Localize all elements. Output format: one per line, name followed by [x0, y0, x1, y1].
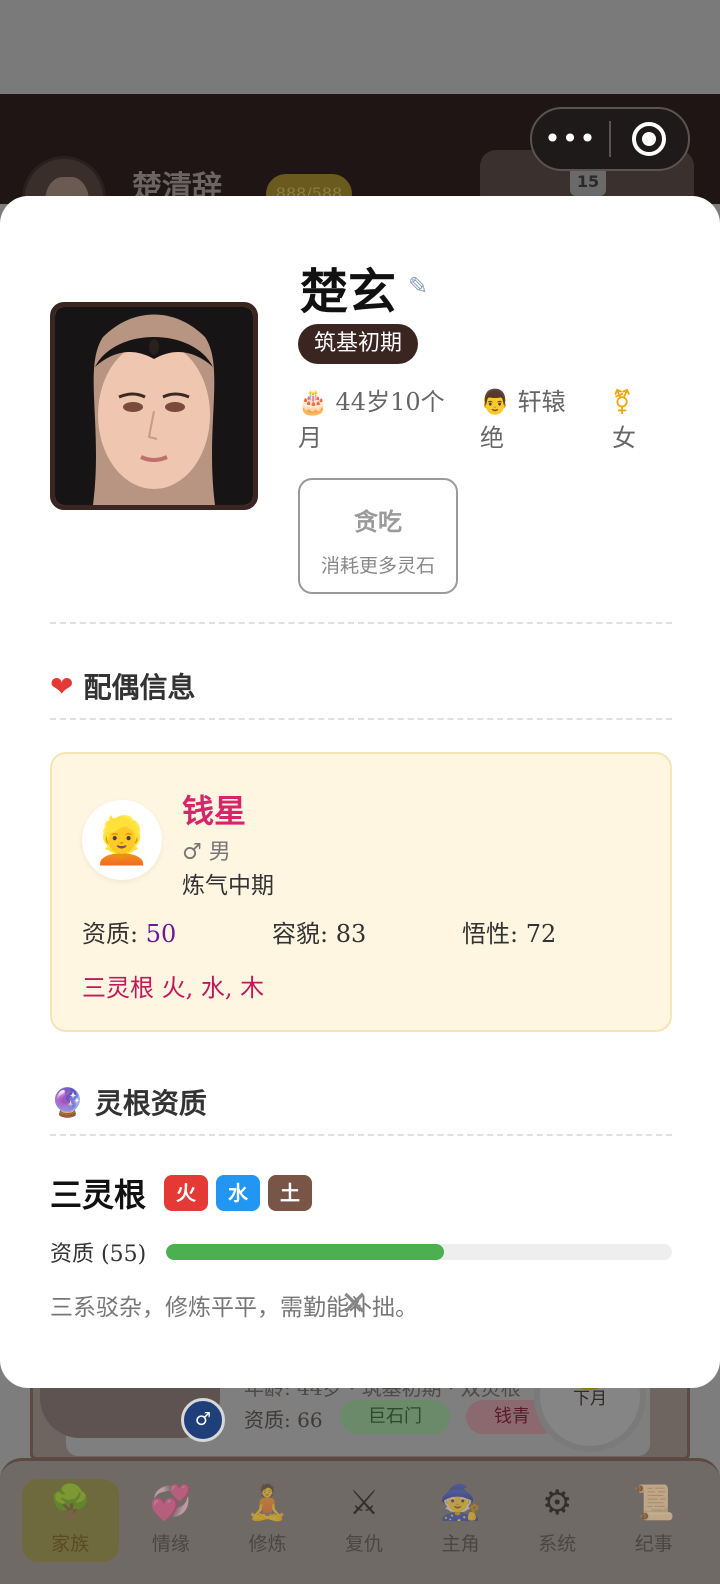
crystal-ball-icon: 🔮 [50, 1085, 85, 1119]
mini-program-capsule: ••• [530, 107, 690, 171]
heart-icon: ❤ [50, 669, 74, 703]
element-water-tag: 水 [216, 1175, 261, 1211]
section-label: 配偶信息 [83, 671, 196, 704]
spouse-section-title: ❤ 配偶信息 [50, 666, 195, 706]
nav-item-family[interactable]: 🌳 家族 [22, 1479, 119, 1562]
edit-name-icon[interactable]: ✎ [408, 272, 438, 302]
close-icon[interactable]: ✕ [340, 1284, 369, 1324]
spouse-stats: 资质: 50 容貌: 83 悟性: 72 [82, 914, 652, 949]
stat-comprehension: 悟性: 72 [462, 920, 557, 948]
male-icon: ♂ [181, 1398, 225, 1442]
nav-label: 系统 [538, 1533, 577, 1555]
spouse-realm: 炼气中期 [182, 873, 274, 899]
trait-description: 消耗更多灵石 [320, 555, 435, 577]
nav-label: 情缘 [151, 1533, 190, 1555]
element-fire-tag: 火 [164, 1175, 209, 1211]
parent-info: 👨 轩辕绝 [480, 384, 580, 456]
scroll-icon: 📜 [632, 1483, 675, 1523]
nav-item-chronicle[interactable]: 📜 纪事 [605, 1467, 702, 1584]
section-label: 灵根资质 [94, 1087, 207, 1120]
meditation-icon: 🧘 [246, 1483, 289, 1523]
gender-icon: ⚧ [612, 388, 633, 416]
nav-item-revenge[interactable]: ⚔ 复仇 [316, 1467, 413, 1584]
spirit-root-row: 三灵根 火 水 土 [50, 1170, 320, 1216]
status-bar-area [0, 0, 720, 94]
tree-icon: 🌳 [49, 1483, 92, 1523]
nav-label: 复仇 [345, 1533, 384, 1555]
spouse-card[interactable]: 👱 钱星 ♂ 男 炼气中期 资质: 50 容貌: 83 悟性: 72 三灵根 火… [50, 752, 672, 1032]
spouse-avatar: 👱 [82, 800, 162, 880]
nav-item-cultivate[interactable]: 🧘 修炼 [219, 1467, 316, 1584]
nav-label: 纪事 [634, 1533, 673, 1555]
sect-chip[interactable]: 巨石门 [340, 1400, 450, 1434]
gender-text: 女 [612, 424, 636, 452]
nav-label: 主角 [441, 1533, 480, 1555]
target-icon [632, 122, 667, 156]
spirit-root-name: 三灵根 [50, 1176, 147, 1214]
character-detail-modal: 楚玄 ✎ 筑基初期 🎂 44岁10个月 👨 轩辕绝 ⚧ 女 贪吃 消耗更多灵石 … [0, 196, 720, 1388]
spouse-name: 钱星 [182, 792, 247, 830]
element-earth-tag: 土 [268, 1175, 313, 1211]
gear-icon: ⚙ [541, 1483, 573, 1523]
nav-label: 修炼 [248, 1533, 287, 1555]
spouse-gender: ♂ 男 [182, 840, 231, 865]
aptitude-progress-bar [166, 1244, 672, 1260]
age-info: 🎂 44岁10个月 [298, 384, 458, 456]
realm-badge: 筑基初期 [298, 324, 419, 364]
trait-card[interactable]: 贪吃 消耗更多灵石 [298, 478, 458, 594]
more-options-button[interactable]: ••• [532, 109, 609, 169]
character-title-row: 楚玄 ✎ [300, 252, 438, 322]
bottom-navigation: 🌳 家族 💞 情缘 🧘 修炼 ⚔ 复仇 🧙 主角 ⚙ 系统 📜 纪事 [0, 1458, 720, 1584]
trait-name: 贪吃 [354, 507, 402, 536]
father-icon: 👨 [480, 388, 510, 416]
divider [50, 1134, 672, 1136]
character-name: 楚玄 [300, 266, 397, 319]
spouse-spirit-roots: 三灵根 火, 水, 木 [82, 974, 265, 1002]
swords-icon: ⚔ [348, 1483, 380, 1523]
root-section-title: 🔮 灵根资质 [50, 1082, 207, 1122]
nav-item-system[interactable]: ⚙ 系统 [509, 1467, 606, 1584]
character-portrait [50, 302, 258, 510]
aptitude-row: 资质 (55) [50, 1236, 672, 1268]
nav-item-romance[interactable]: 💞 情缘 [123, 1467, 220, 1584]
nav-label: 家族 [51, 1533, 90, 1555]
aptitude-label: 资质 (55) [50, 1242, 147, 1267]
divider [50, 622, 672, 624]
gender-info: ⚧ 女 [612, 384, 652, 456]
divider [50, 718, 672, 720]
close-program-button[interactable] [611, 122, 688, 156]
cake-icon: 🎂 [298, 388, 328, 416]
stat-appearance: 容貌: 83 [272, 920, 367, 948]
mage-icon: 🧙 [439, 1483, 482, 1523]
aptitude-progress-fill [166, 1244, 445, 1260]
hearts-icon: 💞 [149, 1483, 193, 1523]
member-stat: 资质: 66 [244, 1408, 323, 1432]
nav-item-protagonist[interactable]: 🧙 主角 [412, 1467, 509, 1584]
stat-aptitude: 资质: 50 [82, 920, 177, 948]
